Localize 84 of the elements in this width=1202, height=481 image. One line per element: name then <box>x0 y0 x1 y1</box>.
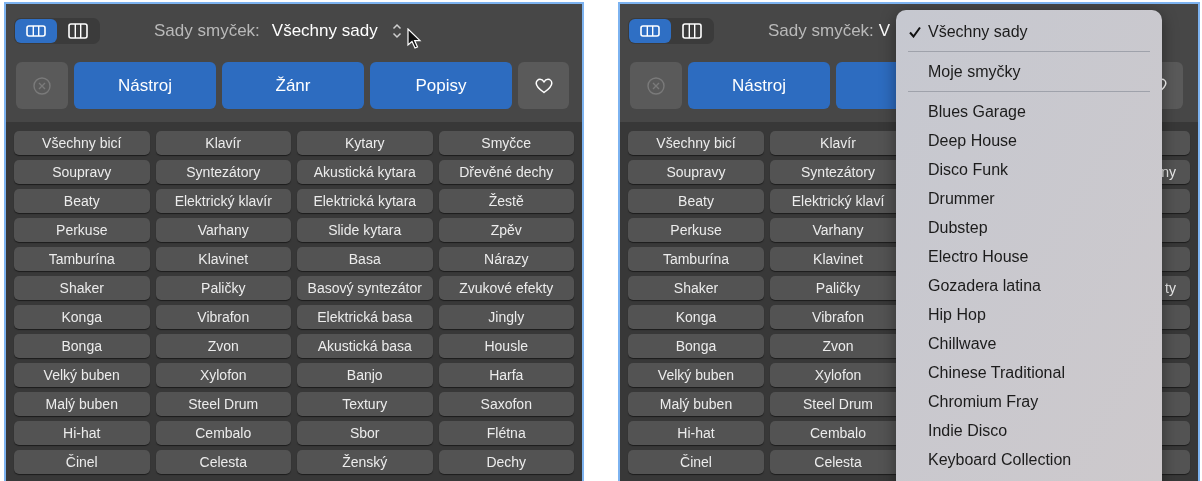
keyword-button[interactable]: Dřevěné dechy <box>438 160 574 184</box>
filter-button[interactable]: Žánr <box>222 62 364 109</box>
up-down-chevron-icon[interactable] <box>391 23 402 39</box>
keyword-button[interactable]: Beaty <box>628 189 764 213</box>
keyword-button[interactable]: Paličky <box>155 276 291 300</box>
keyword-button[interactable]: Všechny bicí <box>14 131 150 155</box>
keyword-button[interactable]: Elektrická kytara <box>297 189 433 213</box>
keyword-button[interactable]: Nárazy <box>438 247 574 271</box>
keyword-button[interactable]: Tamburína <box>14 247 150 271</box>
filter-button[interactable]: Nástroj <box>688 62 830 109</box>
keyword-button[interactable]: Basa <box>297 247 433 271</box>
keyword-button[interactable]: Sbor <box>297 421 433 445</box>
filter-button[interactable]: Nástroj <box>74 62 216 109</box>
menu-item[interactable]: Všechny sady <box>896 17 1162 46</box>
keyword-button[interactable]: Perkuse <box>14 218 150 242</box>
checkmark-icon <box>909 26 921 38</box>
keyword-button[interactable]: Všechny bicí <box>628 131 764 155</box>
keyword-button[interactable]: Banjo <box>297 363 433 387</box>
keyword-button[interactable]: Klavír <box>155 131 291 155</box>
clear-icon <box>647 76 665 95</box>
keyword-button[interactable]: Housle <box>438 334 574 358</box>
keyword-button[interactable]: Činel <box>628 450 764 474</box>
keyword-button[interactable]: Konga <box>14 305 150 329</box>
keyword-button[interactable]: Elektrický klavír <box>155 189 291 213</box>
mouse-pointer-icon <box>407 28 423 50</box>
keyword-button[interactable]: Malý buben <box>628 392 764 416</box>
view-mode-button[interactable] <box>629 19 671 43</box>
keyword-button[interactable]: Kytary <box>297 131 433 155</box>
loop-sets-label: Sady smyček: <box>768 20 874 43</box>
keyword-button[interactable]: Zvon <box>155 334 291 358</box>
filter-button[interactable]: Popisy <box>370 62 512 109</box>
columns-view-icon <box>68 23 88 39</box>
keyword-button[interactable]: Shaker <box>14 276 150 300</box>
keyword-button[interactable]: Ženský <box>297 450 433 474</box>
columns-view-icon <box>682 23 702 39</box>
keyword-button[interactable]: Vibrafon <box>155 305 291 329</box>
loop-sets-value[interactable]: V <box>878 18 891 44</box>
keyword-button[interactable]: Akustická basa <box>297 334 433 358</box>
keyword-button[interactable]: Bonga <box>628 334 764 358</box>
keyword-button[interactable]: Perkuse <box>628 218 764 242</box>
keyword-button[interactable]: Flétna <box>438 421 574 445</box>
menu-item[interactable]: Blues Garage <box>896 97 1162 126</box>
keyword-button[interactable]: Syntezátory <box>155 160 291 184</box>
favorites-button[interactable] <box>518 62 569 109</box>
keyword-button[interactable]: Akustická kytara <box>297 160 433 184</box>
keyword-button[interactable]: Bonga <box>14 334 150 358</box>
keyword-button[interactable]: Jingly <box>438 305 574 329</box>
keyword-button[interactable]: Tamburína <box>628 247 764 271</box>
keyword-button[interactable]: Hi-hat <box>14 421 150 445</box>
keyword-button[interactable]: Slide kytara <box>297 218 433 242</box>
keyword-button[interactable]: Soupravy <box>14 160 150 184</box>
keyword-button[interactable]: Elektrická basa <box>297 305 433 329</box>
heart-icon <box>534 77 553 94</box>
rows-view-icon <box>640 25 660 37</box>
keyword-button[interactable]: Basový syntezátor <box>297 276 433 300</box>
keyword-button[interactable]: Soupravy <box>628 160 764 184</box>
keyword-button[interactable]: Hi-hat <box>628 421 764 445</box>
keyword-button[interactable]: Činel <box>14 450 150 474</box>
keyword-button[interactable]: Velký buben <box>14 363 150 387</box>
keyword-button[interactable]: Celesta <box>155 450 291 474</box>
keyword-button[interactable]: Zpěv <box>438 218 574 242</box>
keyword-button[interactable]: Malý buben <box>14 392 150 416</box>
keyword-button[interactable]: Zvukové efekty <box>438 276 574 300</box>
keyword-button[interactable]: Žestě <box>438 189 574 213</box>
keyword-button[interactable]: Smyčce <box>438 131 574 155</box>
menu-item[interactable]: Moje smyčky <box>896 57 1162 86</box>
keyword-button[interactable]: Xylofon <box>155 363 291 387</box>
keyword-button[interactable]: Konga <box>628 305 764 329</box>
keyword-button[interactable]: Dechy <box>438 450 574 474</box>
keyword-button[interactable]: Cembalo <box>155 421 291 445</box>
rows-view-icon <box>26 25 46 37</box>
keyword-button[interactable]: Velký buben <box>628 363 764 387</box>
keyword-button[interactable]: Beaty <box>14 189 150 213</box>
keyword-button[interactable]: Klavinet <box>155 247 291 271</box>
loop-sets-value[interactable]: Všechny sady <box>271 18 378 44</box>
keyword-button[interactable]: Steel Drum <box>155 392 291 416</box>
clear-icon <box>33 76 51 95</box>
keyword-button[interactable]: Saxofon <box>438 392 574 416</box>
keyword-button[interactable]: Harfa <box>438 363 574 387</box>
keyword-button[interactable]: Varhany <box>155 218 291 242</box>
view-mode-button[interactable] <box>15 19 57 43</box>
loop-sets-label: Sady smyček: <box>154 20 260 43</box>
keyword-button[interactable]: Textury <box>297 392 433 416</box>
keyword-button[interactable]: Shaker <box>628 276 764 300</box>
